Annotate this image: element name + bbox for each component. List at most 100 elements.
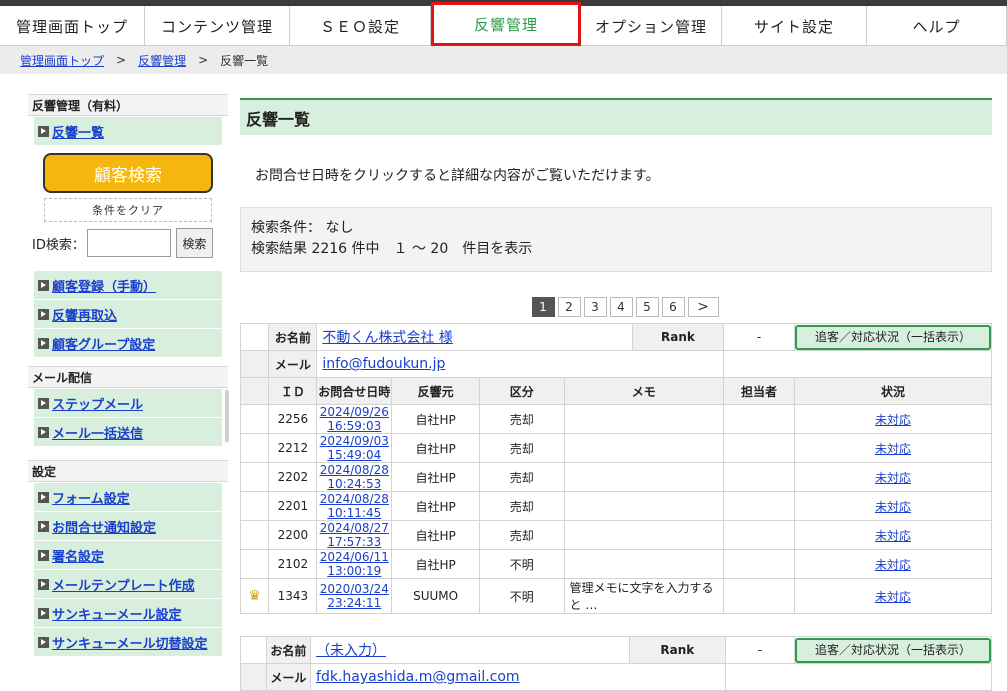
arrow-bullet-icon: [38, 125, 49, 137]
kind-cell: 不明: [478, 578, 565, 614]
nav-item-5[interactable]: オプション管理: [581, 6, 722, 46]
sidebar-item-label[interactable]: サンキューメール切替設定: [52, 633, 207, 652]
status-cell: 未対応: [793, 433, 993, 463]
status-link[interactable]: 未対応: [875, 413, 911, 427]
sidebar-item-label[interactable]: 署名設定: [52, 546, 104, 565]
column-header: お問合せ日時: [316, 377, 393, 405]
sidebar-item-setting-2[interactable]: お問合せ通知設定: [34, 512, 222, 540]
table-row: 2102 2024/06/11 13:00:19 自社HP 不明 未対応: [239, 549, 993, 579]
crown-icon: ♛: [248, 588, 261, 604]
inquiry-date-link[interactable]: 2020/03/24 23:24:11: [320, 582, 389, 610]
row-gutter: [239, 433, 270, 463]
sidebar-item-label[interactable]: サンキューメール設定: [52, 604, 181, 623]
next-page-button[interactable]: >: [687, 297, 719, 317]
mail-cell: fdk.hayashida.m@gmail.com: [310, 663, 726, 691]
customer-table: お名前 （未入力） Rank - 追客／対応状況（一括表示） メール fdk.hayashi…: [240, 636, 993, 691]
arrow-bullet-icon: [38, 549, 49, 561]
status-link[interactable]: 未対応: [875, 500, 911, 514]
inquiry-date-link[interactable]: 2024/09/26 16:59:03: [320, 405, 389, 433]
arrow-bullet-icon: [38, 397, 49, 409]
inquiry-date-link[interactable]: 2024/08/27 17:57:33: [320, 521, 389, 549]
nav-item-6[interactable]: サイト設定: [722, 6, 867, 46]
row-gutter: [239, 350, 270, 378]
status-link[interactable]: 未対応: [875, 558, 911, 572]
id-search-button[interactable]: 検索: [175, 228, 213, 258]
mail-link[interactable]: fdk.hayashida.m@gmail.com: [316, 669, 520, 685]
column-header: メモ: [563, 377, 725, 405]
sidebar-item-mail-2[interactable]: メール一括送信: [34, 418, 222, 446]
id-search-input[interactable]: [86, 229, 171, 257]
inquiry-date-link[interactable]: 2024/09/03 15:49:04: [320, 434, 389, 462]
inquiry-date-link[interactable]: 2024/08/28 10:24:53: [320, 463, 389, 491]
page-button-5[interactable]: 5: [635, 297, 659, 317]
header-row: ＩＤ お問合せ日時 反響元 区分 メモ 担当者 状況: [239, 377, 993, 405]
status-link[interactable]: 未対応: [875, 442, 911, 456]
sidebar-item-setting-5[interactable]: サンキューメール設定: [34, 599, 222, 627]
sidebar-item-label[interactable]: 反響再取込: [52, 305, 117, 324]
memo-cell: [563, 520, 725, 550]
page-button-1[interactable]: 1: [531, 297, 555, 317]
nav-item-2[interactable]: コンテンツ管理: [145, 6, 290, 46]
breadcrumb-home-link[interactable]: 管理画面トップ: [20, 52, 104, 69]
breadcrumb-section-link[interactable]: 反響管理: [138, 52, 186, 69]
sidebar-item-label[interactable]: お問合せ通知設定: [52, 517, 156, 536]
sidebar-item-label[interactable]: ステップメール: [52, 394, 143, 413]
mail-cell: info@fudoukun.jp: [316, 350, 725, 378]
customer-name-link[interactable]: 不動くん株式会社 様: [322, 330, 452, 346]
inquiry-date-link[interactable]: 2024/08/28 10:11:45: [320, 492, 389, 520]
nav-item-3[interactable]: ＳＥＯ設定: [290, 6, 431, 46]
status-link[interactable]: 未対応: [875, 471, 911, 485]
sidebar-item-setting-4[interactable]: メールテンプレート作成: [34, 570, 222, 598]
source-cell: 自社HP: [391, 520, 480, 550]
status-cell: 未対応: [793, 549, 993, 579]
sidebar-item-setting-6[interactable]: サンキューメール切替設定: [34, 628, 222, 656]
page-button-2[interactable]: 2: [557, 297, 581, 317]
name-row: お名前 不動くん株式会社 様 Rank - 追客／対応状況（一括表示）: [239, 323, 993, 351]
table-row: ♛ 1343 2020/03/24 23:24:11 SUUMO 不明 管理メモに文字を入…: [239, 578, 993, 614]
source-cell: 自社HP: [391, 462, 480, 492]
customer-name-link[interactable]: （未入力）: [316, 643, 386, 659]
sidebar-item-label[interactable]: 顧客登録（手動）: [52, 276, 156, 295]
date-cell: 2024/08/28 10:11:45: [316, 491, 393, 521]
nav-item-4[interactable]: 反響管理: [431, 2, 581, 46]
row-gutter: [240, 636, 267, 664]
mail-link[interactable]: info@fudoukun.jp: [322, 356, 445, 372]
sidebar-item-label[interactable]: メールテンプレート作成: [52, 575, 195, 594]
search-condition-text: 検索条件： なし: [251, 220, 354, 236]
sidebar-item-setting-3[interactable]: 署名設定: [34, 541, 222, 569]
sidebar-item-response-3[interactable]: 顧客グループ設定: [34, 329, 222, 357]
id-cell: 2256: [268, 404, 318, 434]
track-status-button[interactable]: 追客／対応状況（一括表示）: [794, 324, 991, 350]
rank-label: Rank: [631, 323, 725, 351]
column-header: 区分: [478, 377, 565, 405]
sidebar-item-label[interactable]: 反響一覧: [52, 122, 104, 141]
sidebar-item-response-1[interactable]: 顧客登録（手動）: [34, 271, 222, 299]
sidebar-item-response-2[interactable]: 反響再取込: [34, 300, 222, 328]
row-gutter: [239, 323, 270, 351]
nav-item-1[interactable]: 管理画面トップ: [0, 6, 145, 46]
sidebar-item-mail-1[interactable]: ステップメール: [34, 389, 222, 417]
id-cell: 2212: [268, 433, 318, 463]
inquiry-date-link[interactable]: 2024/06/11 13:00:19: [320, 550, 389, 578]
sidebar-item-label[interactable]: メール一括送信: [52, 423, 143, 442]
nav-item-7[interactable]: ヘルプ: [867, 6, 1007, 46]
page-button-3[interactable]: 3: [583, 297, 607, 317]
customer-search-button[interactable]: 顧客検索: [43, 153, 213, 193]
table-row: 2212 2024/09/03 15:49:04 自社HP 売却 未対応: [239, 433, 993, 463]
clear-conditions-button[interactable]: 条件をクリア: [44, 198, 212, 222]
page-button-4[interactable]: 4: [609, 297, 633, 317]
page-button-6[interactable]: 6: [661, 297, 685, 317]
sidebar-item-setting-1[interactable]: フォーム設定: [34, 483, 222, 511]
breadcrumb-separator: >: [198, 53, 209, 67]
source-cell: 自社HP: [391, 491, 480, 521]
sidebar-item-response-list[interactable]: 反響一覧: [34, 117, 222, 145]
id-search-row: ID検索： 検索: [28, 228, 228, 258]
status-link[interactable]: 未対応: [875, 590, 911, 604]
row-gutter: [239, 462, 270, 492]
track-status-button[interactable]: 追客／対応状況（一括表示）: [794, 637, 991, 663]
arrow-bullet-icon: [38, 426, 49, 438]
sidebar-item-label[interactable]: フォーム設定: [52, 488, 130, 507]
sidebar-item-label[interactable]: 顧客グループ設定: [52, 334, 155, 353]
sidebar-scrollbar[interactable]: [225, 390, 229, 442]
status-link[interactable]: 未対応: [875, 529, 911, 543]
